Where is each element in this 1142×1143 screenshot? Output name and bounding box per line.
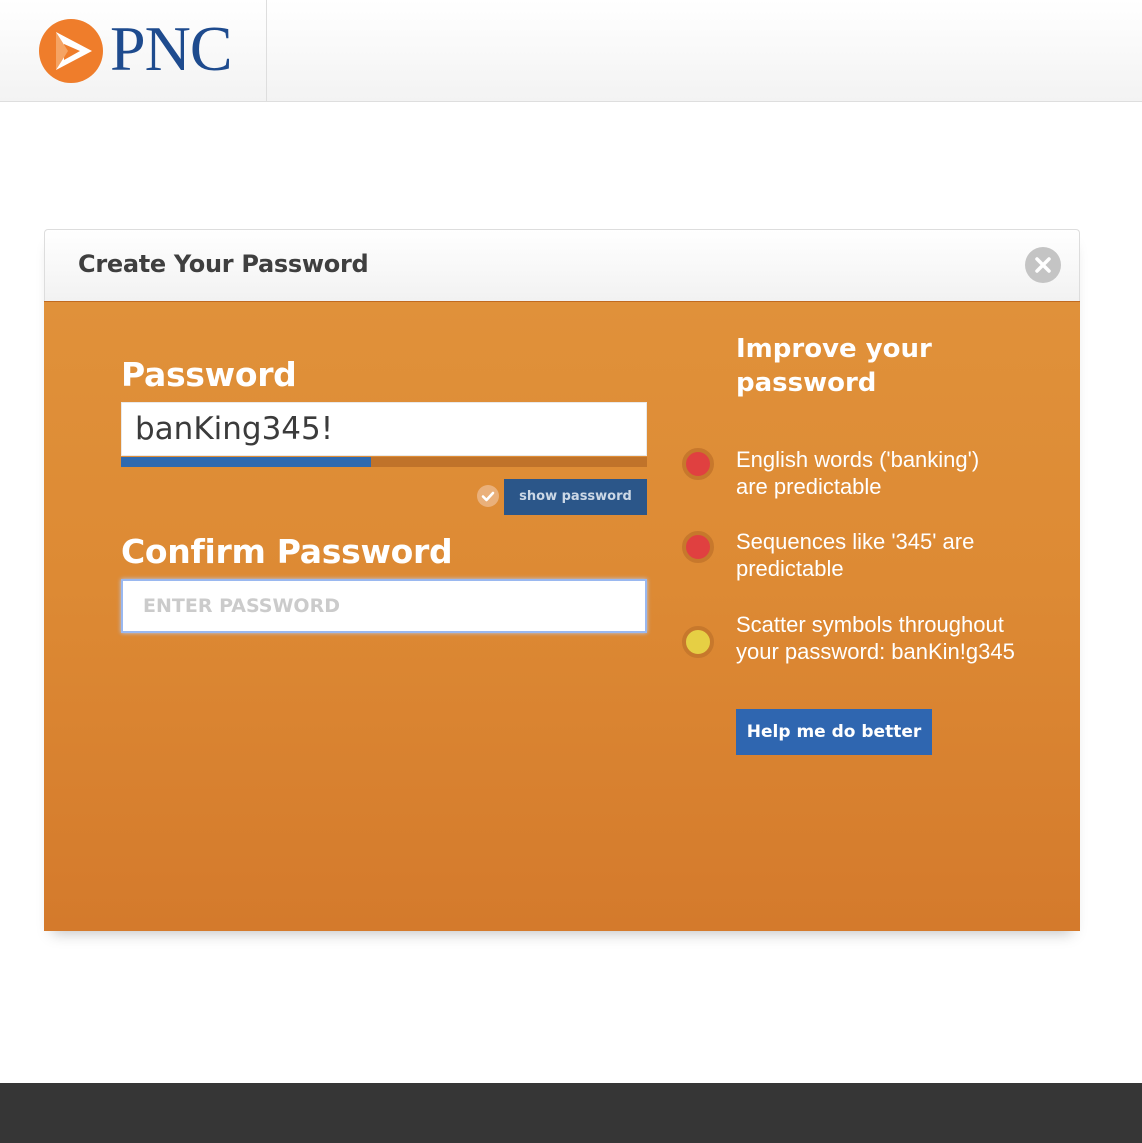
confirm-password-label: Confirm Password <box>121 532 453 571</box>
modal-header: Create Your Password <box>44 229 1080 301</box>
modal-body: Password show password Confirm Password … <box>44 301 1080 931</box>
pnc-wordmark: PNC <box>110 13 232 84</box>
password-label: Password <box>121 355 297 394</box>
confirm-password-input[interactable] <box>121 579 647 633</box>
help-me-do-better-button[interactable]: Help me do better <box>736 709 932 755</box>
pnc-triangle-logo-icon <box>39 19 103 83</box>
status-dot-icon <box>682 626 714 658</box>
modal-title: Create Your Password <box>78 250 369 278</box>
password-input[interactable] <box>121 402 647 456</box>
tip-text: Scatter symbols throughout your password… <box>736 612 1015 664</box>
status-dot-icon <box>682 531 714 563</box>
tip-text: Sequences like '345' are predictable <box>736 529 975 581</box>
footer-bar <box>0 1083 1142 1143</box>
check-glyph <box>481 491 495 502</box>
password-strength-fill <box>121 457 371 467</box>
show-password-button[interactable]: show password <box>504 479 647 515</box>
create-password-modal: Create Your Password Password show passw… <box>44 229 1080 931</box>
tip-text: English words ('banking') are predictabl… <box>736 447 980 499</box>
password-strength-meter <box>121 457 647 467</box>
close-icon <box>1035 257 1051 273</box>
improve-password-heading: Improve your password <box>736 334 932 398</box>
pnc-logo[interactable]: PNC <box>0 0 267 101</box>
status-dot-icon <box>682 448 714 480</box>
top-bar: PNC <box>0 0 1142 102</box>
close-button[interactable] <box>1025 247 1061 283</box>
checkmark-icon[interactable] <box>477 485 499 507</box>
